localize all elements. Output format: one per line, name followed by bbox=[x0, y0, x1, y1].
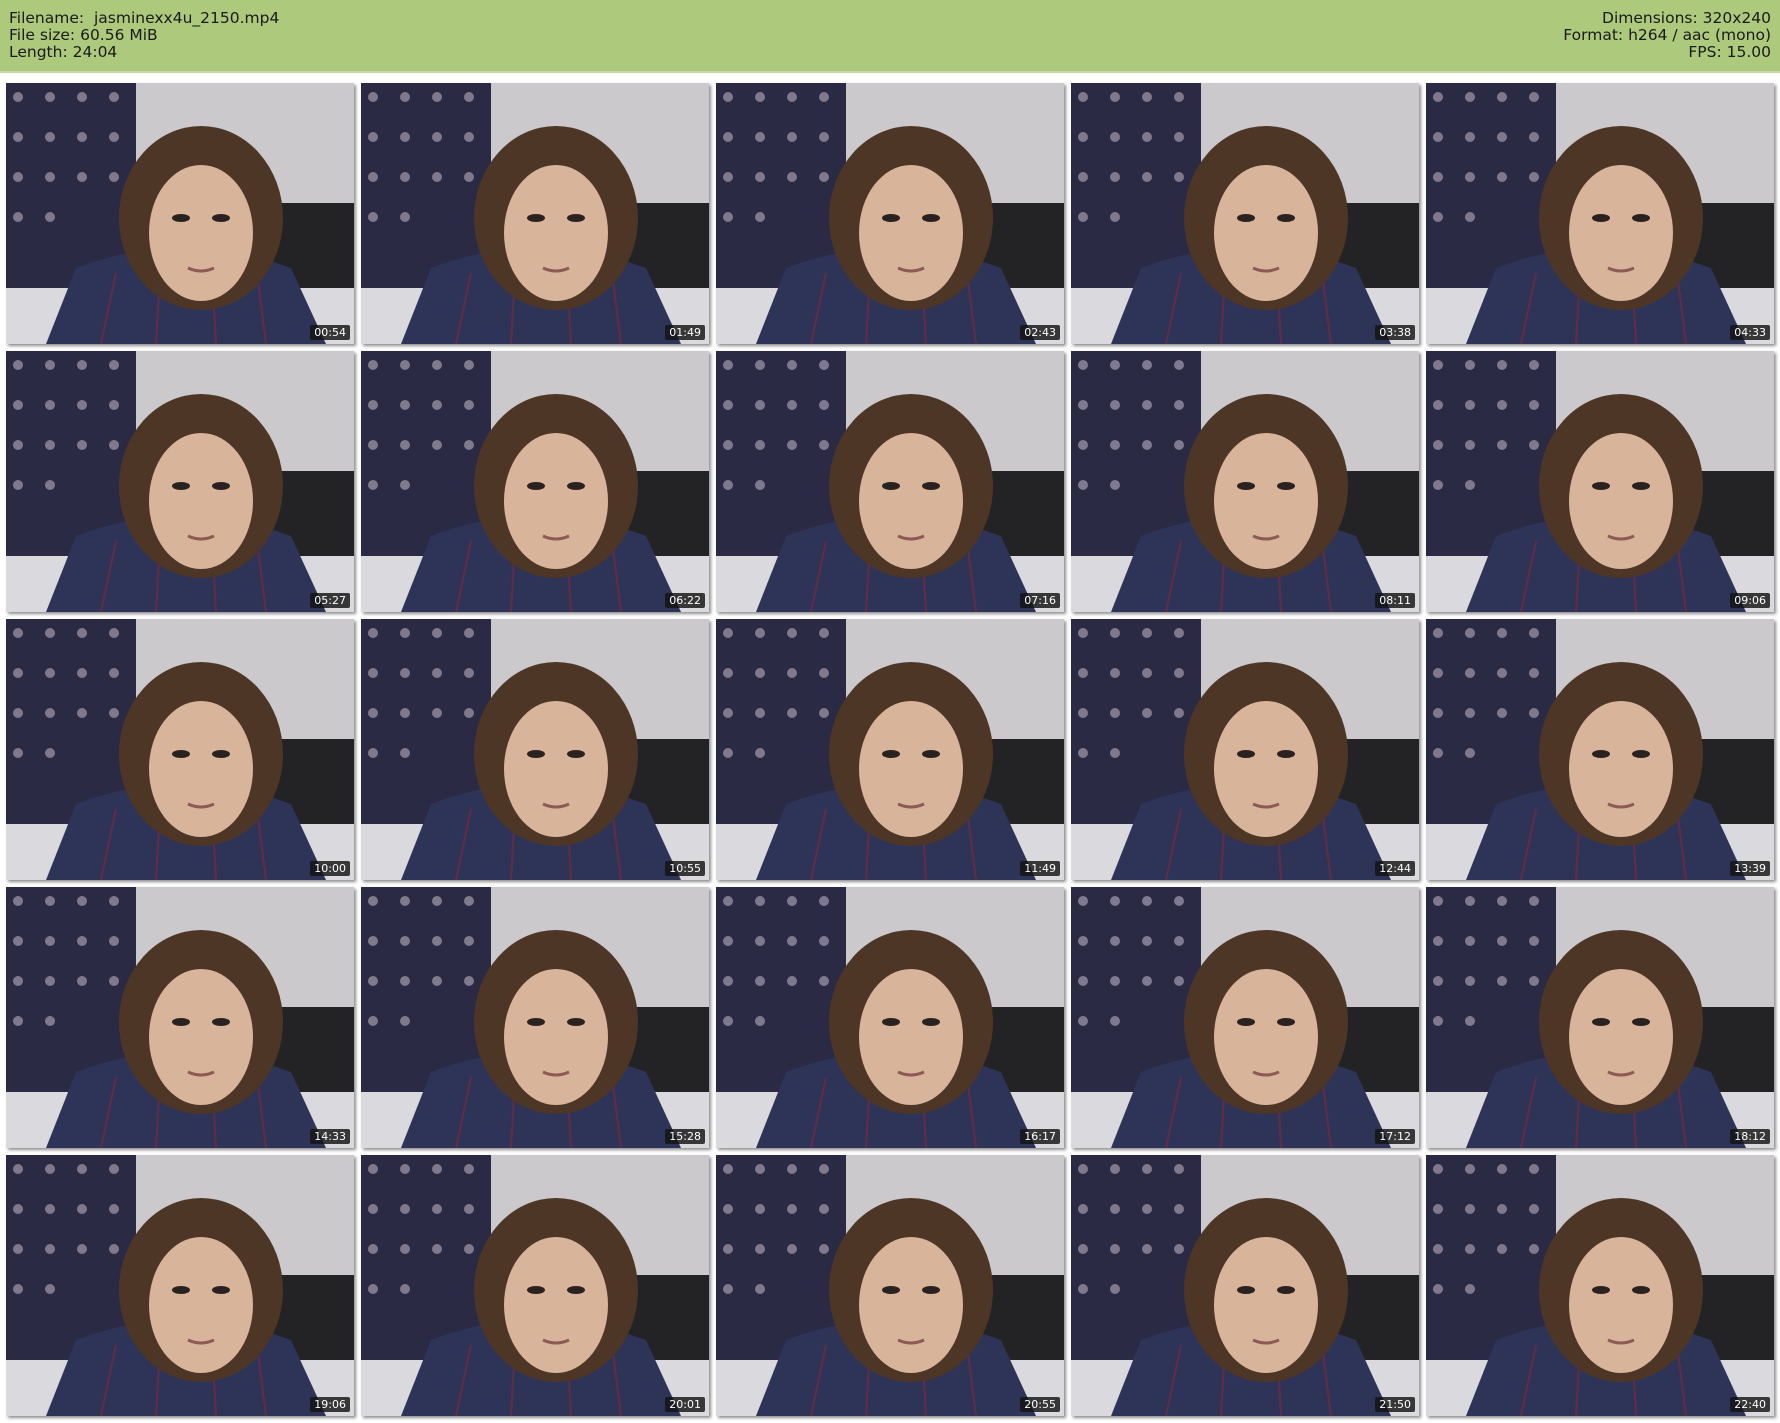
video-thumbnail[interactable]: 16:17 bbox=[716, 887, 1064, 1148]
video-thumbnail[interactable]: 11:49 bbox=[716, 619, 1064, 880]
video-thumbnail[interactable]: 13:39 bbox=[1426, 619, 1774, 880]
timestamp-label: 01:49 bbox=[665, 325, 705, 340]
frame-image bbox=[6, 1155, 354, 1416]
filename-value: jasminexx4u_2150.mp4 bbox=[93, 9, 280, 27]
frame-image bbox=[361, 351, 709, 612]
fps-value: 15.00 bbox=[1726, 43, 1771, 61]
filename-line: Filename: jasminexx4u_2150.mp4 bbox=[9, 10, 279, 27]
timestamp-label: 12:44 bbox=[1375, 861, 1415, 876]
timestamp-label: 09:06 bbox=[1730, 593, 1770, 608]
frame-image bbox=[361, 83, 709, 344]
video-thumbnail[interactable]: 09:06 bbox=[1426, 351, 1774, 612]
timestamp-label: 17:12 bbox=[1375, 1129, 1415, 1144]
video-thumbnail[interactable]: 08:11 bbox=[1071, 351, 1419, 612]
frame-image bbox=[1426, 887, 1774, 1148]
length-value: 24:04 bbox=[72, 43, 118, 61]
timestamp-label: 10:00 bbox=[310, 861, 350, 876]
timestamp-label: 11:49 bbox=[1020, 861, 1060, 876]
video-thumbnail[interactable]: 21:50 bbox=[1071, 1155, 1419, 1416]
frame-image bbox=[1426, 83, 1774, 344]
filename-label: Filename: bbox=[9, 9, 85, 27]
frame-image bbox=[361, 619, 709, 880]
format-line: Format: h264 / aac (mono) bbox=[1563, 27, 1771, 44]
timestamp-label: 04:33 bbox=[1730, 325, 1770, 340]
timestamp-label: 14:33 bbox=[310, 1129, 350, 1144]
frame-image bbox=[1071, 351, 1419, 612]
frame-image bbox=[716, 619, 1064, 880]
timestamp-label: 22:40 bbox=[1730, 1397, 1770, 1412]
timestamp-label: 20:01 bbox=[665, 1397, 705, 1412]
video-thumbnail[interactable]: 00:54 bbox=[6, 83, 354, 344]
video-thumbnail[interactable]: 22:40 bbox=[1426, 1155, 1774, 1416]
timestamp-label: 15:28 bbox=[665, 1129, 705, 1144]
timestamp-label: 16:17 bbox=[1020, 1129, 1060, 1144]
frame-image bbox=[361, 1155, 709, 1416]
video-thumbnail[interactable]: 05:27 bbox=[6, 351, 354, 612]
timestamp-label: 18:12 bbox=[1730, 1129, 1770, 1144]
frame-image bbox=[716, 83, 1064, 344]
frame-image bbox=[1426, 351, 1774, 612]
timestamp-label: 21:50 bbox=[1375, 1397, 1415, 1412]
frame-image bbox=[6, 887, 354, 1148]
timestamp-label: 19:06 bbox=[310, 1397, 350, 1412]
timestamp-label: 02:43 bbox=[1020, 325, 1060, 340]
timestamp-label: 03:38 bbox=[1375, 325, 1415, 340]
video-thumbnail[interactable]: 10:55 bbox=[361, 619, 709, 880]
dimensions-value: 320x240 bbox=[1702, 9, 1771, 27]
video-thumbnail[interactable]: 02:43 bbox=[716, 83, 1064, 344]
video-thumbnail[interactable]: 01:49 bbox=[361, 83, 709, 344]
length-label: Length: bbox=[9, 43, 68, 61]
timestamp-label: 13:39 bbox=[1730, 861, 1770, 876]
frame-image bbox=[716, 1155, 1064, 1416]
frame-image bbox=[6, 83, 354, 344]
timestamp-label: 08:11 bbox=[1375, 593, 1415, 608]
video-thumbnail[interactable]: 20:55 bbox=[716, 1155, 1064, 1416]
info-header: Filename: jasminexx4u_2150.mp4 File size… bbox=[0, 0, 1780, 73]
frame-image bbox=[6, 619, 354, 880]
timestamp-label: 00:54 bbox=[310, 325, 350, 340]
format-value: h264 / aac (mono) bbox=[1628, 26, 1771, 44]
video-thumbnail[interactable]: 18:12 bbox=[1426, 887, 1774, 1148]
dimensions-line: Dimensions: 320x240 bbox=[1563, 10, 1771, 27]
format-label: Format: bbox=[1563, 26, 1624, 44]
timestamp-label: 06:22 bbox=[665, 593, 705, 608]
filesize-label: File size: bbox=[9, 26, 76, 44]
video-thumbnail[interactable]: 15:28 bbox=[361, 887, 709, 1148]
frame-image bbox=[1426, 619, 1774, 880]
video-thumbnail[interactable]: 03:38 bbox=[1071, 83, 1419, 344]
video-thumbnail[interactable]: 20:01 bbox=[361, 1155, 709, 1416]
fps-line: FPS: 15.00 bbox=[1563, 44, 1771, 61]
video-thumbnail[interactable]: 12:44 bbox=[1071, 619, 1419, 880]
timestamp-label: 07:16 bbox=[1020, 593, 1060, 608]
filesize-value: 60.56 MiB bbox=[80, 26, 158, 44]
video-thumbnail[interactable]: 17:12 bbox=[1071, 887, 1419, 1148]
frame-image bbox=[716, 351, 1064, 612]
frame-image bbox=[1071, 83, 1419, 344]
frame-image bbox=[1071, 619, 1419, 880]
timestamp-label: 05:27 bbox=[310, 593, 350, 608]
video-info: Dimensions: 320x240 Format: h264 / aac (… bbox=[1563, 10, 1771, 61]
video-thumbnail[interactable]: 19:06 bbox=[6, 1155, 354, 1416]
filesize-line: File size: 60.56 MiB bbox=[9, 27, 279, 44]
fps-label: FPS: bbox=[1688, 43, 1722, 61]
video-thumbnail[interactable]: 07:16 bbox=[716, 351, 1064, 612]
video-thumbnail[interactable]: 14:33 bbox=[6, 887, 354, 1148]
dimensions-label: Dimensions: bbox=[1602, 9, 1698, 27]
frame-image bbox=[1071, 1155, 1419, 1416]
frame-image bbox=[361, 887, 709, 1148]
frame-image bbox=[6, 351, 354, 612]
frame-image bbox=[1426, 1155, 1774, 1416]
frame-image bbox=[1071, 887, 1419, 1148]
video-thumbnail[interactable]: 06:22 bbox=[361, 351, 709, 612]
video-thumbnail[interactable]: 10:00 bbox=[6, 619, 354, 880]
frame-image bbox=[716, 887, 1064, 1148]
video-thumbnail[interactable]: 04:33 bbox=[1426, 83, 1774, 344]
length-line: Length: 24:04 bbox=[9, 44, 279, 61]
timestamp-label: 10:55 bbox=[665, 861, 705, 876]
file-info: Filename: jasminexx4u_2150.mp4 File size… bbox=[9, 10, 279, 61]
timestamp-label: 20:55 bbox=[1020, 1397, 1060, 1412]
